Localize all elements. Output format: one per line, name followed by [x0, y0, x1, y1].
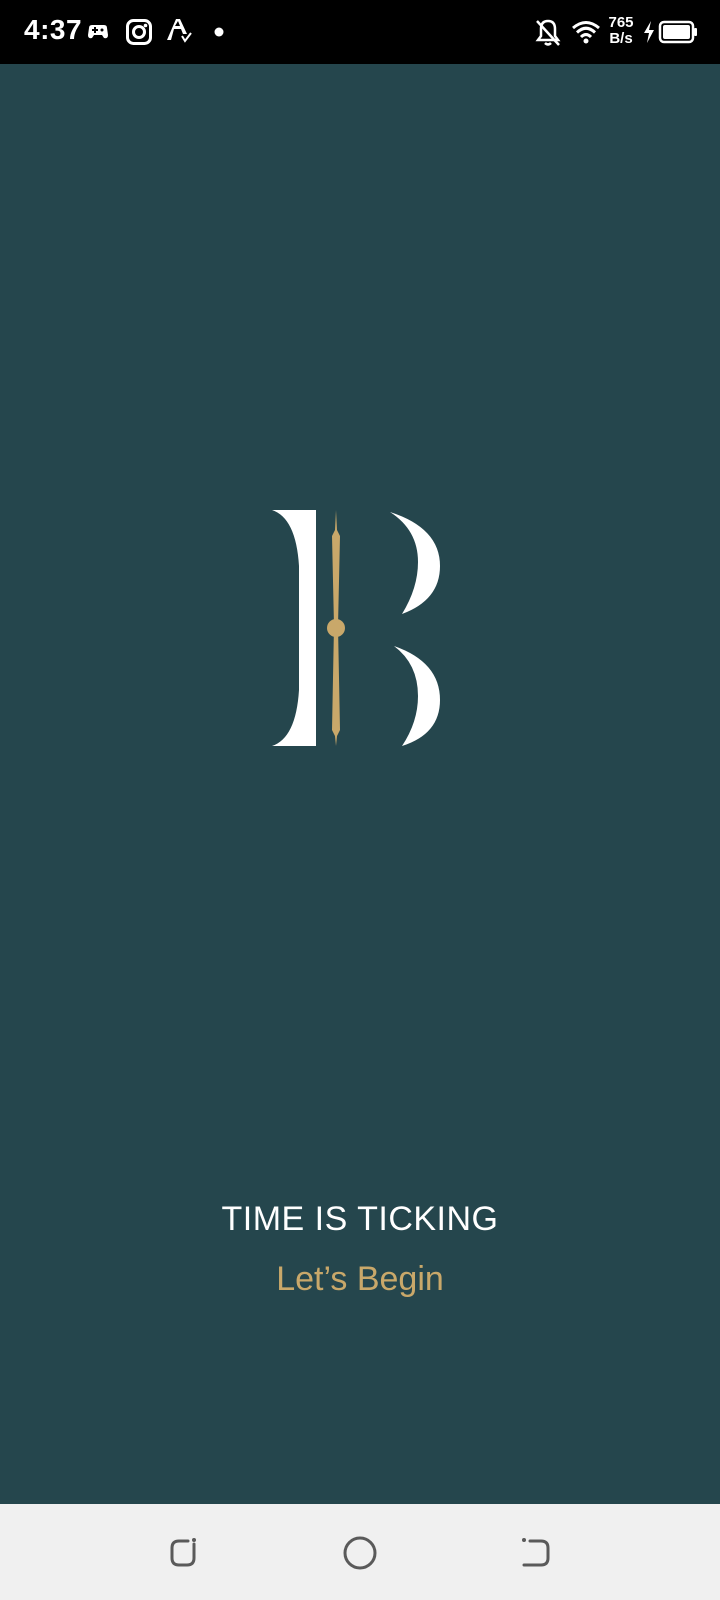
- network-speed-unit: B/s: [609, 30, 633, 47]
- network-speed: 765 B/s: [604, 15, 638, 47]
- status-time: 4:37: [24, 14, 83, 45]
- status-bar: 4:37 765 B/s: [0, 0, 720, 64]
- gamepad-icon: [88, 25, 108, 39]
- back-icon[interactable]: [516, 1532, 556, 1572]
- recents-icon[interactable]: [164, 1532, 204, 1572]
- battery-icon: [658, 20, 697, 44]
- charging-icon: [644, 21, 654, 43]
- tagline: TIME IS TICKING: [221, 1200, 499, 1238]
- bell-off-icon: [535, 19, 561, 46]
- network-speed-value: 765: [608, 14, 634, 31]
- instagram-icon: [126, 19, 152, 45]
- font-icon: [167, 19, 192, 43]
- navigation-bar: [0, 1504, 720, 1600]
- clock-b-logo: [272, 510, 440, 746]
- home-icon[interactable]: [340, 1532, 380, 1572]
- splash-screen: TIME IS TICKING Let’s Begin: [0, 64, 720, 1504]
- dot-icon: [214, 27, 224, 37]
- wifi-icon: [572, 21, 600, 44]
- lets-begin-button[interactable]: Let’s Begin: [0, 1260, 720, 1299]
